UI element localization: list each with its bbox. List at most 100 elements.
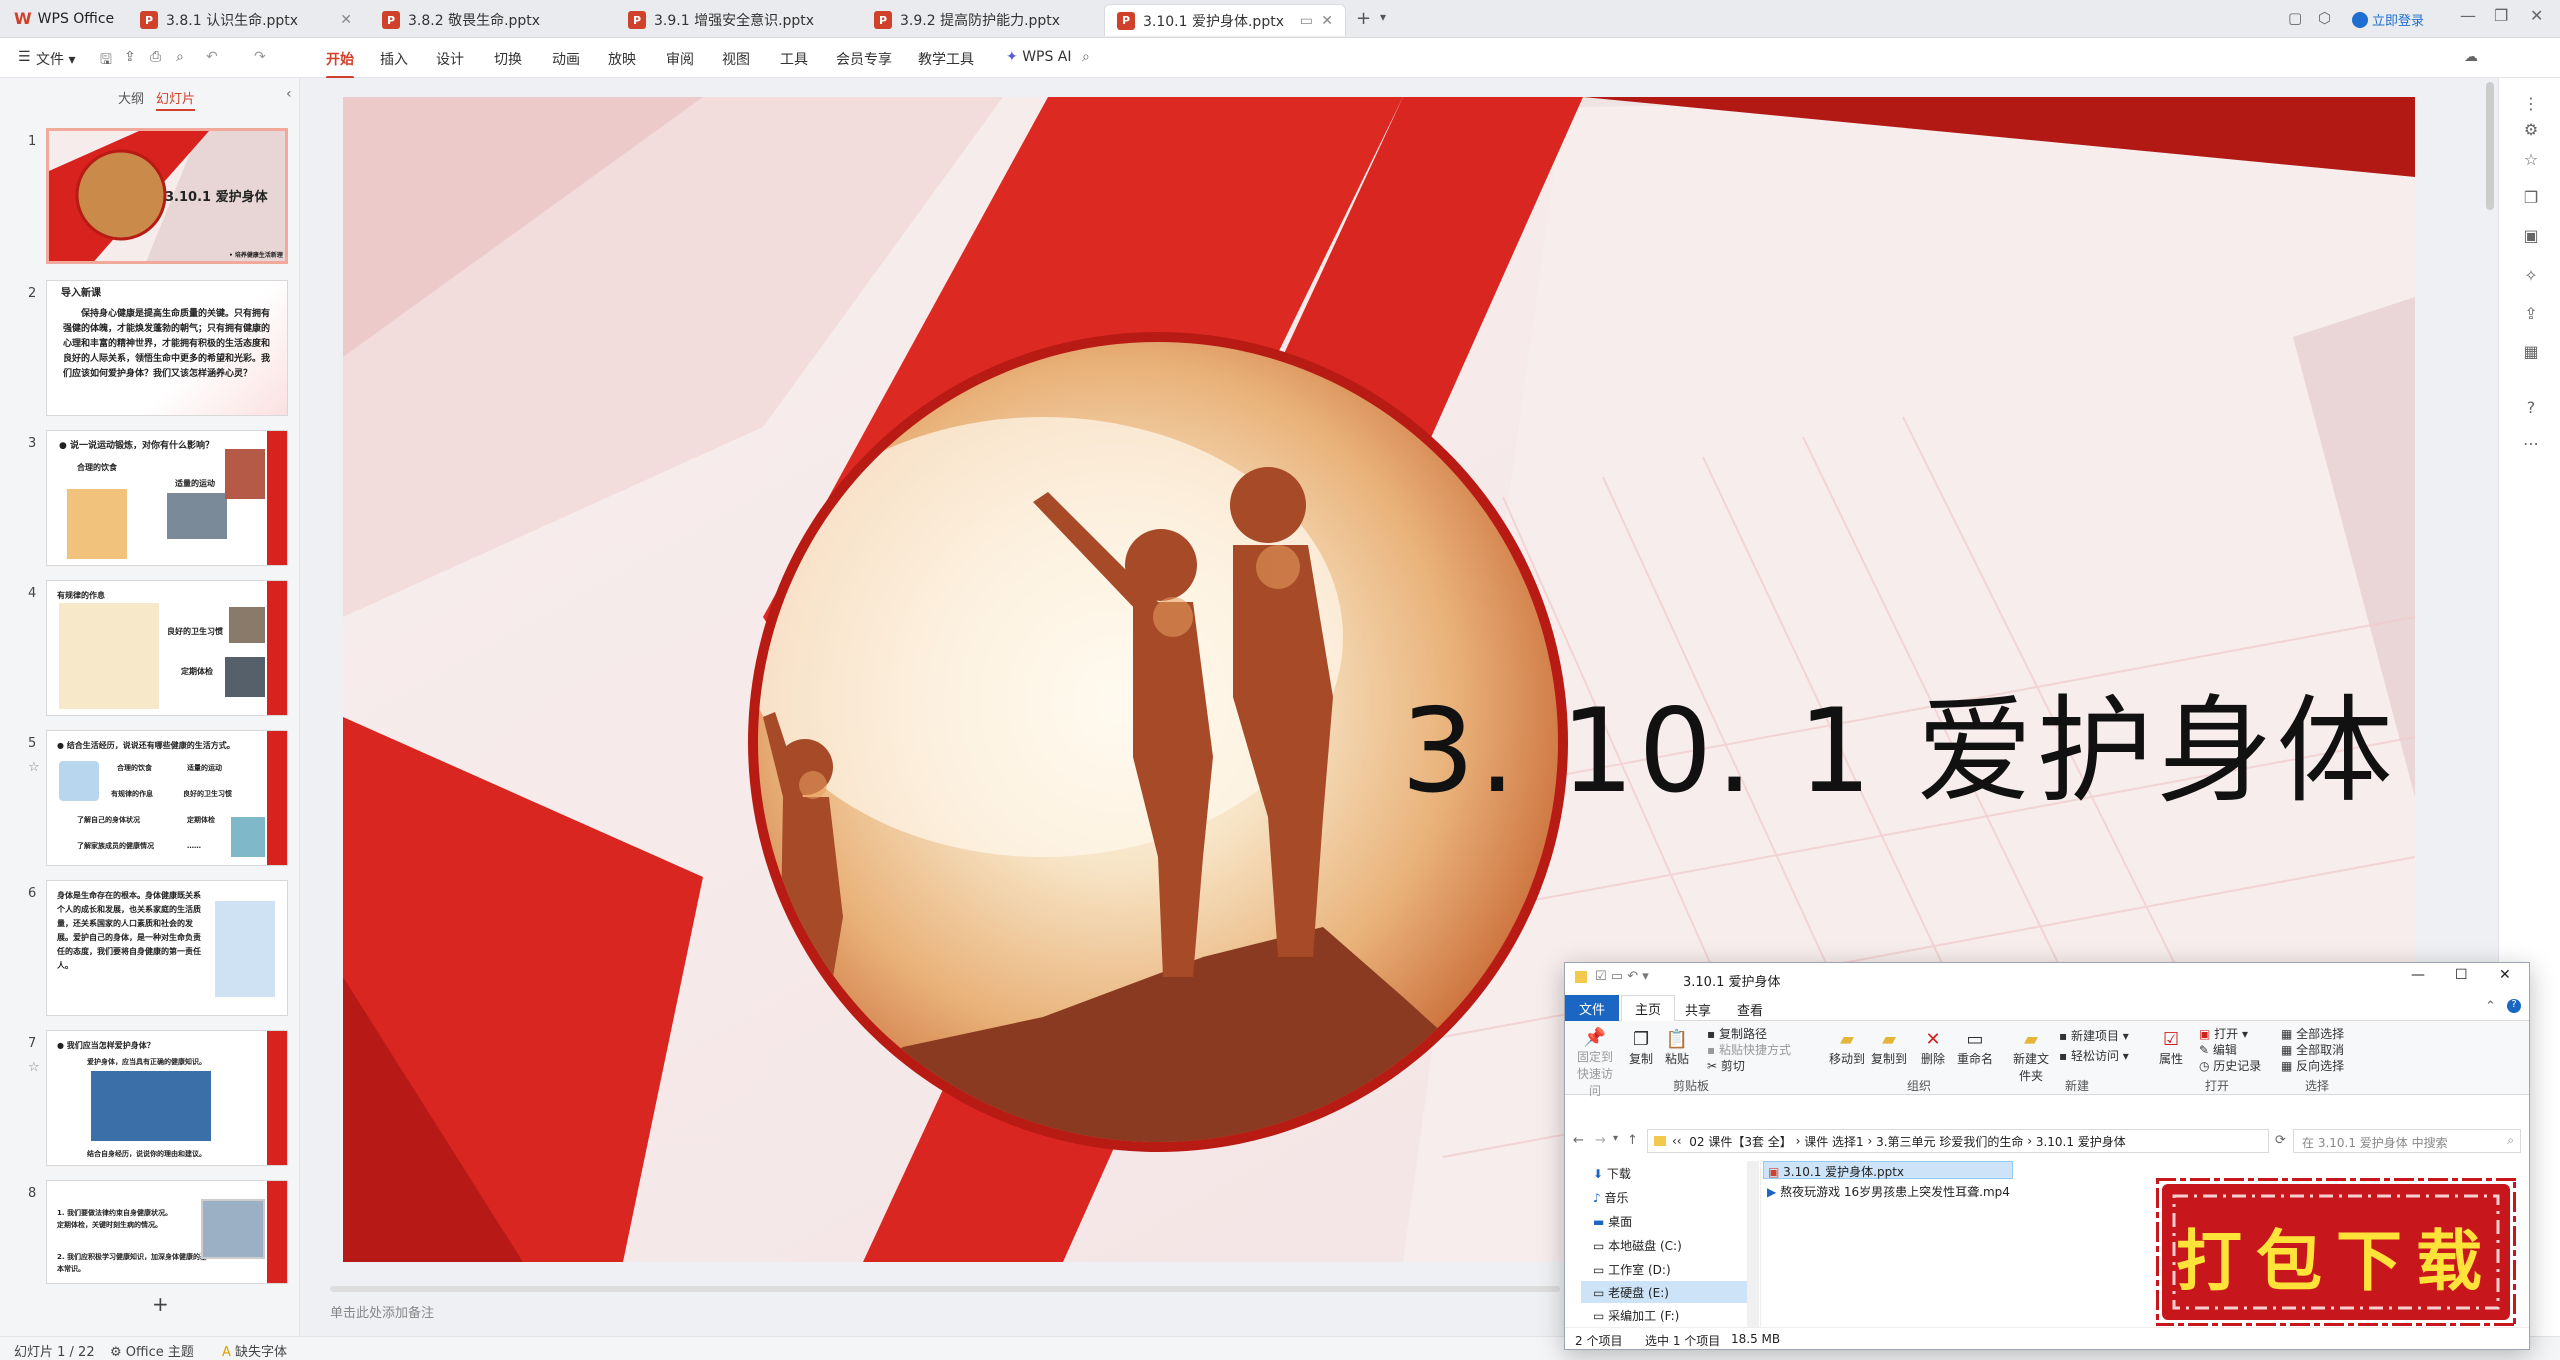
table-icon[interactable]: ▦ <box>2521 342 2541 362</box>
notes-placeholder[interactable]: 单击此处添加备注 <box>330 1302 434 1321</box>
print-icon[interactable]: ⎙ <box>150 49 161 65</box>
explorer-tab-home[interactable]: 主页 <box>1621 995 1675 1021</box>
paste-button[interactable]: 📋 粘贴 <box>1665 1029 1689 1067</box>
add-slide-button[interactable]: + <box>152 1292 169 1316</box>
file-item-selected[interactable]: ▣ 3.10.1 爱护身体.pptx <box>1763 1161 2013 1179</box>
tab-document-3[interactable]: P 3.9.1 增强安全意识.pptx <box>616 4 856 36</box>
slide-thumbnail-3[interactable]: ● 说一说运动锻炼，对你有什么影响？ 合理的饮食 适量的运动 <box>46 430 288 566</box>
edit-button[interactable]: ✎ 编辑 <box>2199 1041 2237 1058</box>
wps-ai-button[interactable]: ✦ WPS AI <box>1006 49 1072 65</box>
address-bar[interactable]: ‹‹ 02 课件【3套 全】 › 课件 选择1 › 3.第三单元 珍爱我们的生命… <box>1647 1129 2269 1153</box>
login-button[interactable]: 立即登录 <box>2352 10 2424 29</box>
menu-animation[interactable]: 动画 <box>552 49 580 69</box>
nav-item-downloads[interactable]: ⬇ 下载 <box>1593 1165 1631 1182</box>
slide-thumbnail-8[interactable]: 1. 我们要做法律约束自身健康状况。定期体检，关键时刻生病的情况。 2. 我们应… <box>46 1180 288 1284</box>
invert-selection-button[interactable]: ▦ 反向选择 <box>2281 1057 2344 1074</box>
tab-document-1[interactable]: P 3.8.1 认识生命.pptx ✕ <box>128 4 364 36</box>
menu-start[interactable]: 开始 <box>326 49 354 79</box>
cube-icon[interactable]: ⬡ <box>2318 9 2331 27</box>
share-panel-icon[interactable]: ⇪ <box>2521 304 2541 324</box>
outline-tab[interactable]: 大纲 <box>118 88 144 107</box>
nav-item-drive-c[interactable]: ▭ 本地磁盘 (C:) <box>1593 1237 1682 1254</box>
menu-design[interactable]: 设计 <box>436 49 464 69</box>
breadcrumb-item[interactable]: 3.10.1 爱护身体 <box>2036 1133 2126 1150</box>
magic-icon[interactable]: ✧ <box>2521 266 2541 286</box>
quick-access-toolbar[interactable]: ☑ ▭ ↶ ▾ <box>1595 969 1649 984</box>
refresh-icon[interactable]: ⟳ <box>2275 1133 2286 1148</box>
help-icon[interactable]: ? <box>2521 398 2541 418</box>
close-tab-icon[interactable]: ✕ <box>1321 13 1333 29</box>
save-icon[interactable]: 🖫 <box>100 49 112 73</box>
paste-shortcut-button[interactable]: ▪ 粘贴快捷方式 <box>1707 1041 1791 1058</box>
close-window-icon[interactable]: ✕ <box>2530 6 2543 25</box>
theme-label[interactable]: ⚙ Office 主题 <box>110 1341 194 1360</box>
copy-button[interactable]: ❐ 复制 <box>1629 1029 1653 1067</box>
nav-item-drive-d[interactable]: ▭ 工作室 (D:) <box>1593 1261 1671 1278</box>
explorer-close-icon[interactable]: ✕ <box>2499 967 2511 983</box>
horizontal-scrollbar[interactable] <box>330 1286 1560 1292</box>
more-options-icon[interactable]: ⋮ <box>2521 94 2541 114</box>
new-tab-icon[interactable]: + <box>1356 8 1371 29</box>
move-to-button[interactable]: ▰ 移动到 <box>1829 1029 1865 1067</box>
copy-path-button[interactable]: ▪ 复制路径 <box>1707 1025 1767 1042</box>
forward-arrow-icon[interactable]: → <box>1595 1133 1606 1148</box>
minimize-icon[interactable]: — <box>2460 6 2476 25</box>
up-arrow-icon[interactable]: ↑ <box>1627 1133 1638 1148</box>
recent-chevron-icon[interactable]: ▾ <box>1613 1133 1618 1144</box>
breadcrumb-item[interactable]: 课件 选择1 <box>1804 1133 1863 1150</box>
slide-title[interactable]: 3. 10. 1 爱护身体 <box>1401 657 2397 825</box>
export-icon[interactable]: ⇪ <box>124 49 136 65</box>
download-package-stamp[interactable]: 打包下载 <box>2156 1178 2516 1326</box>
adjust-icon[interactable]: ⚙ <box>2521 120 2541 140</box>
explorer-minimize-icon[interactable]: — <box>2411 967 2425 983</box>
nav-scrollbar[interactable] <box>1747 1161 1759 1327</box>
explorer-tab-share[interactable]: 共享 <box>1685 1000 1711 1019</box>
pin-quick-access-button[interactable]: 📌 固定到快速访问 <box>1573 1027 1617 1099</box>
search-icon[interactable]: ⌕ <box>1082 49 1090 65</box>
nav-item-desktop[interactable]: ▬ 桌面 <box>1593 1213 1632 1230</box>
copy-to-button[interactable]: ▰ 复制到 <box>1871 1029 1907 1067</box>
file-menu[interactable]: 文件 ▾ <box>36 49 75 69</box>
nav-item-drive-e-selected[interactable]: ▭ 老硬盘 (E:) <box>1581 1281 1751 1303</box>
menu-member[interactable]: 会员专享 <box>836 49 892 69</box>
menu-transition[interactable]: 切换 <box>494 49 522 69</box>
collapse-panel-icon[interactable]: ‹ <box>286 86 292 102</box>
copy-icon[interactable]: ❐ <box>2521 188 2541 208</box>
star-icon[interactable]: ☆ <box>28 1060 40 1075</box>
open-button[interactable]: ▣ 打开 ▾ <box>2199 1025 2248 1042</box>
menu-tools[interactable]: 工具 <box>780 49 808 69</box>
menu-view[interactable]: 视图 <box>722 49 750 69</box>
breadcrumb-item[interactable]: 02 课件【3套 全】 <box>1689 1133 1792 1150</box>
ribbon-collapse-icon[interactable]: ⌃ <box>2485 999 2496 1014</box>
properties-button[interactable]: ☑ 属性 <box>2159 1029 2183 1067</box>
nav-item-drive-f[interactable]: ▭ 采编加工 (F:) <box>1593 1307 1679 1325</box>
explorer-tab-file[interactable]: 文件 <box>1565 995 1619 1021</box>
tab-list-chevron-icon[interactable]: ▾ <box>1380 10 1386 24</box>
tab-document-4[interactable]: P 3.9.2 提高防护能力.pptx <box>862 4 1102 36</box>
vertical-scrollbar[interactable] <box>2486 82 2494 210</box>
slide-thumbnail-5[interactable]: ● 结合生活经历，说说还有哪些健康的生活方式。 合理的饮食 适量的运动 有规律的… <box>46 730 288 866</box>
slide-thumbnail-1[interactable]: 3.10.1 爱护身体 • 培养健康生活新理念 <box>46 128 288 264</box>
select-none-button[interactable]: ▦ 全部取消 <box>2281 1041 2344 1058</box>
cut-button[interactable]: ✂ 剪切 <box>1707 1057 1745 1074</box>
explorer-search-input[interactable]: 在 3.10.1 爱护身体 中搜索 ⌕ <box>2293 1129 2521 1153</box>
preview-icon[interactable]: ⌕ <box>176 49 184 65</box>
file-item[interactable]: ▶ 熬夜玩游戏 16岁男孩患上突发性耳聋.mp4 <box>1767 1183 2010 1200</box>
screen-icon[interactable]: ▭ <box>1300 13 1313 29</box>
wps-home-tab[interactable]: W WPS Office <box>14 9 114 28</box>
slide-thumbnail-2[interactable]: 导入新课 保持身心健康是提高生命质量的关键。只有拥有强健的体魄，才能焕发蓬勃的朝… <box>46 280 288 416</box>
explorer-tab-view[interactable]: 查看 <box>1737 1000 1763 1019</box>
star-icon[interactable]: ☆ <box>2521 150 2541 170</box>
more-icon[interactable]: ⋯ <box>2521 434 2541 454</box>
tab-document-2[interactable]: P 3.8.2 敬畏生命.pptx <box>370 4 610 36</box>
missing-font-label[interactable]: A 缺失字体 <box>222 1341 287 1360</box>
history-button[interactable]: ◷ 历史记录 <box>2199 1057 2261 1074</box>
undo-icon[interactable]: ↶ <box>206 49 218 65</box>
menu-slideshow[interactable]: 放映 <box>608 49 636 69</box>
redo-icon[interactable]: ↷ <box>254 49 266 65</box>
delete-button[interactable]: ✕ 删除 <box>1921 1029 1945 1067</box>
rename-button[interactable]: ▭ 重命名 <box>1957 1029 1993 1067</box>
slide-thumbnail-4[interactable]: 有规律的作息 良好的卫生习惯 定期体检 <box>46 580 288 716</box>
close-tab-icon[interactable]: ✕ <box>340 12 352 28</box>
slides-tab[interactable]: 幻灯片 <box>156 88 196 111</box>
